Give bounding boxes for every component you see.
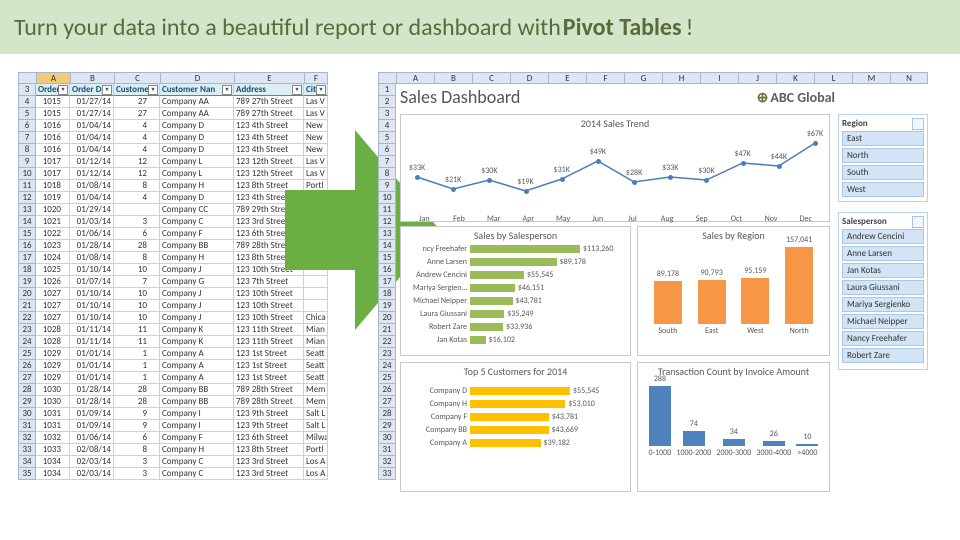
slicer-item[interactable]: North [842,148,924,163]
slicer-item[interactable]: South [842,165,924,180]
trend-chart[interactable]: 2014 Sales Trend $33K$21K$30K$19K$31K$49… [400,114,830,222]
slicer-item[interactable]: Jan Kotas [842,263,924,278]
slicer-item[interactable]: Nancy Freehafer [842,331,924,346]
slicer-item[interactable]: West [842,182,924,197]
dashboard-title: Sales Dashboard [400,86,947,108]
brand-logo: ABC Global [757,89,835,106]
slicer-item[interactable]: Robert Zare [842,348,924,363]
transaction-count-chart[interactable]: Transaction Count by Invoice Amount 2880… [637,362,830,492]
dashboard: Sales Dashboard ABC Global 2014 Sales Tr… [400,86,947,526]
chart-title: Top 5 Customers for 2014 [401,365,630,378]
chart-title: Sales by Salesperson [401,229,630,242]
slicer-item[interactable]: Mariya Sergienko [842,297,924,312]
banner-text-post: ! [686,13,694,42]
region-slicer[interactable]: Region East North South West [838,114,928,202]
slicer-item[interactable]: Anne Larsen [842,246,924,261]
slicer-item[interactable]: Laura Giussani [842,280,924,295]
salesperson-slicer[interactable]: Salesperson Andrew Cencini Anne Larsen Jan… [838,212,928,370]
source-spreadsheet: ABCDEF 3Order▾Order Da▾Customer▾Customer… [18,72,328,526]
slicer-title: Region [842,118,924,129]
slicer-item[interactable]: East [842,131,924,146]
sales-by-salesperson-chart[interactable]: Sales by Salesperson ncy Freehafer$113,2… [400,226,631,356]
banner: Turn your data into a beautiful report o… [0,0,960,54]
banner-text-pre: Turn your data into a beautiful report o… [14,13,561,42]
chart-title: 2014 Sales Trend [401,117,829,130]
top5-customers-chart[interactable]: Top 5 Customers for 2014 Company D$55,54… [400,362,631,492]
banner-text-bold: Pivot Tables [563,13,682,42]
slicer-title: Salesperson [842,216,924,227]
slicer-item[interactable]: Michael Neipper [842,314,924,329]
sales-by-region-chart[interactable]: Sales by Region 89,178South90,793East95,… [637,226,830,356]
slicer-item[interactable]: Andrew Cencini [842,229,924,244]
